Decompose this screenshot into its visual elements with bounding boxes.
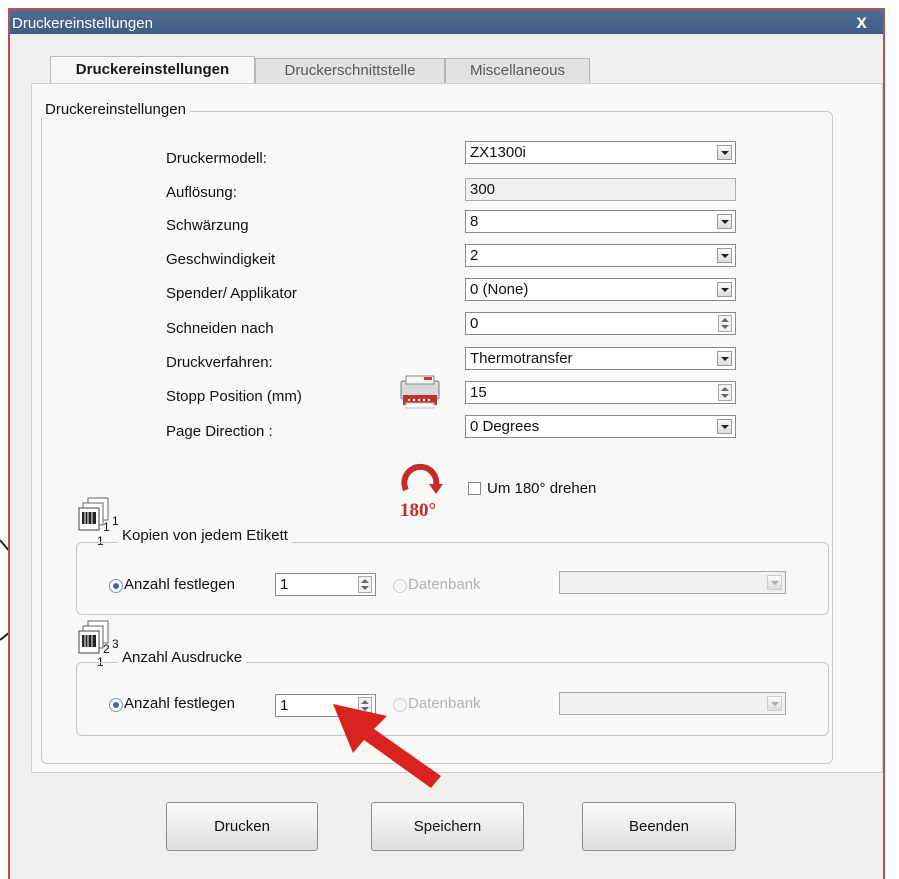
red-arrow-icon	[333, 704, 441, 788]
copies-database-label: Datenbank	[408, 576, 481, 593]
cut-after-spinner[interactable]: 0	[465, 312, 736, 335]
print-method-value: Thermotransfer	[470, 350, 573, 367]
prints-fixed-label: Anzahl festlegen	[124, 695, 235, 712]
chevron-down-icon[interactable]	[717, 248, 732, 263]
cut-after-label: Schneiden nach	[166, 320, 274, 337]
dispenser-label: Spender/ Applikator	[166, 285, 297, 302]
window-title: Druckereinstellungen	[12, 15, 153, 32]
cut-after-value: 0	[470, 315, 479, 332]
copies-database-radio[interactable]	[393, 579, 407, 593]
chevron-down-icon[interactable]	[767, 696, 782, 711]
speed-label: Geschwindigkeit	[166, 251, 276, 268]
print-button[interactable]: Drucken	[166, 802, 318, 851]
resolution-value: 300	[470, 181, 496, 198]
printer-model-select[interactable]: ZX1300i	[465, 141, 736, 164]
copies-icon-sup2: 1	[112, 514, 119, 528]
copies-group-title: Kopien von jedem Etikett	[118, 527, 292, 544]
copies-count-value: 1	[280, 576, 289, 593]
speed-value: 2	[470, 247, 479, 264]
rotate-180-icon: 180°	[400, 463, 443, 520]
dispenser-select[interactable]: 0 (None)	[465, 278, 736, 301]
spinner-arrows-icon[interactable]	[718, 315, 732, 332]
page-direction-select[interactable]: 0 Degrees	[465, 415, 736, 438]
prints-fixed-radio[interactable]	[109, 698, 123, 712]
resolution-label: Auflösung:	[166, 184, 237, 201]
darkness-select[interactable]: 8	[465, 210, 736, 233]
prints-icon-sup1: 2	[103, 642, 110, 656]
spinner-arrows-icon[interactable]	[358, 576, 372, 593]
chevron-down-icon[interactable]	[717, 145, 732, 160]
prints-database-select[interactable]	[559, 692, 786, 715]
prints-count-value: 1	[280, 697, 289, 714]
copies-fixed-label: Anzahl festlegen	[124, 576, 235, 593]
printer-settings-window: Druckereinstellungen x Druckereinstellun…	[8, 8, 885, 879]
stop-position-value: 15	[470, 384, 487, 401]
rotate-180-checkbox[interactable]	[468, 482, 481, 495]
rotate-180-label: Um 180° drehen	[487, 480, 597, 497]
darkness-value: 8	[470, 213, 479, 230]
spinner-arrows-icon[interactable]	[718, 384, 732, 401]
copies-icon-sup1: 1	[103, 520, 110, 534]
save-button[interactable]: Speichern	[371, 802, 524, 851]
chevron-down-icon[interactable]	[767, 575, 782, 590]
page-direction-value: 0 Degrees	[470, 418, 540, 435]
exit-button[interactable]: Beenden	[582, 802, 736, 851]
copies-database-select[interactable]	[559, 571, 786, 594]
title-bar: Druckereinstellungen x	[10, 10, 883, 34]
page-direction-label: Page Direction :	[166, 423, 273, 440]
printer-settings-group-title: Druckereinstellungen	[41, 101, 190, 118]
tab-panel: Druckereinstellungen Druckermodell: ZX13…	[31, 83, 883, 788]
chevron-down-icon[interactable]	[717, 351, 732, 366]
copies-fixed-radio[interactable]	[109, 579, 123, 593]
darkness-label: Schwärzung	[166, 217, 249, 234]
prints-group-title: Anzahl Ausdrucke	[118, 649, 247, 666]
stop-position-spinner[interactable]: 15	[465, 381, 736, 404]
print-method-label: Druckverfahren:	[166, 354, 273, 371]
copies-count-spinner[interactable]: 1	[275, 573, 376, 596]
dispenser-value: 0 (None)	[470, 281, 529, 298]
printer-icon	[400, 375, 440, 409]
tab-druckerschnittstelle[interactable]: Druckerschnittstelle	[255, 58, 445, 84]
chevron-down-icon[interactable]	[717, 282, 732, 297]
tab-druckereinstellungen[interactable]: Druckereinstellungen	[50, 56, 255, 86]
chevron-down-icon[interactable]	[717, 214, 732, 229]
chevron-down-icon[interactable]	[717, 419, 732, 434]
speed-select[interactable]: 2	[465, 244, 736, 267]
tab-strip: Druckereinstellungen Druckerschnittstell…	[10, 56, 883, 86]
tab-miscellaneous[interactable]: Miscellaneous	[445, 58, 590, 84]
resolution-field: 300	[465, 178, 736, 201]
stop-position-label: Stopp Position (mm)	[166, 388, 302, 405]
printer-model-value: ZX1300i	[470, 144, 526, 161]
close-button[interactable]: x	[856, 12, 867, 34]
printer-model-label: Druckermodell:	[166, 150, 267, 167]
print-method-select[interactable]: Thermotransfer	[465, 347, 736, 370]
rotate-180-text: 180°	[400, 500, 436, 520]
